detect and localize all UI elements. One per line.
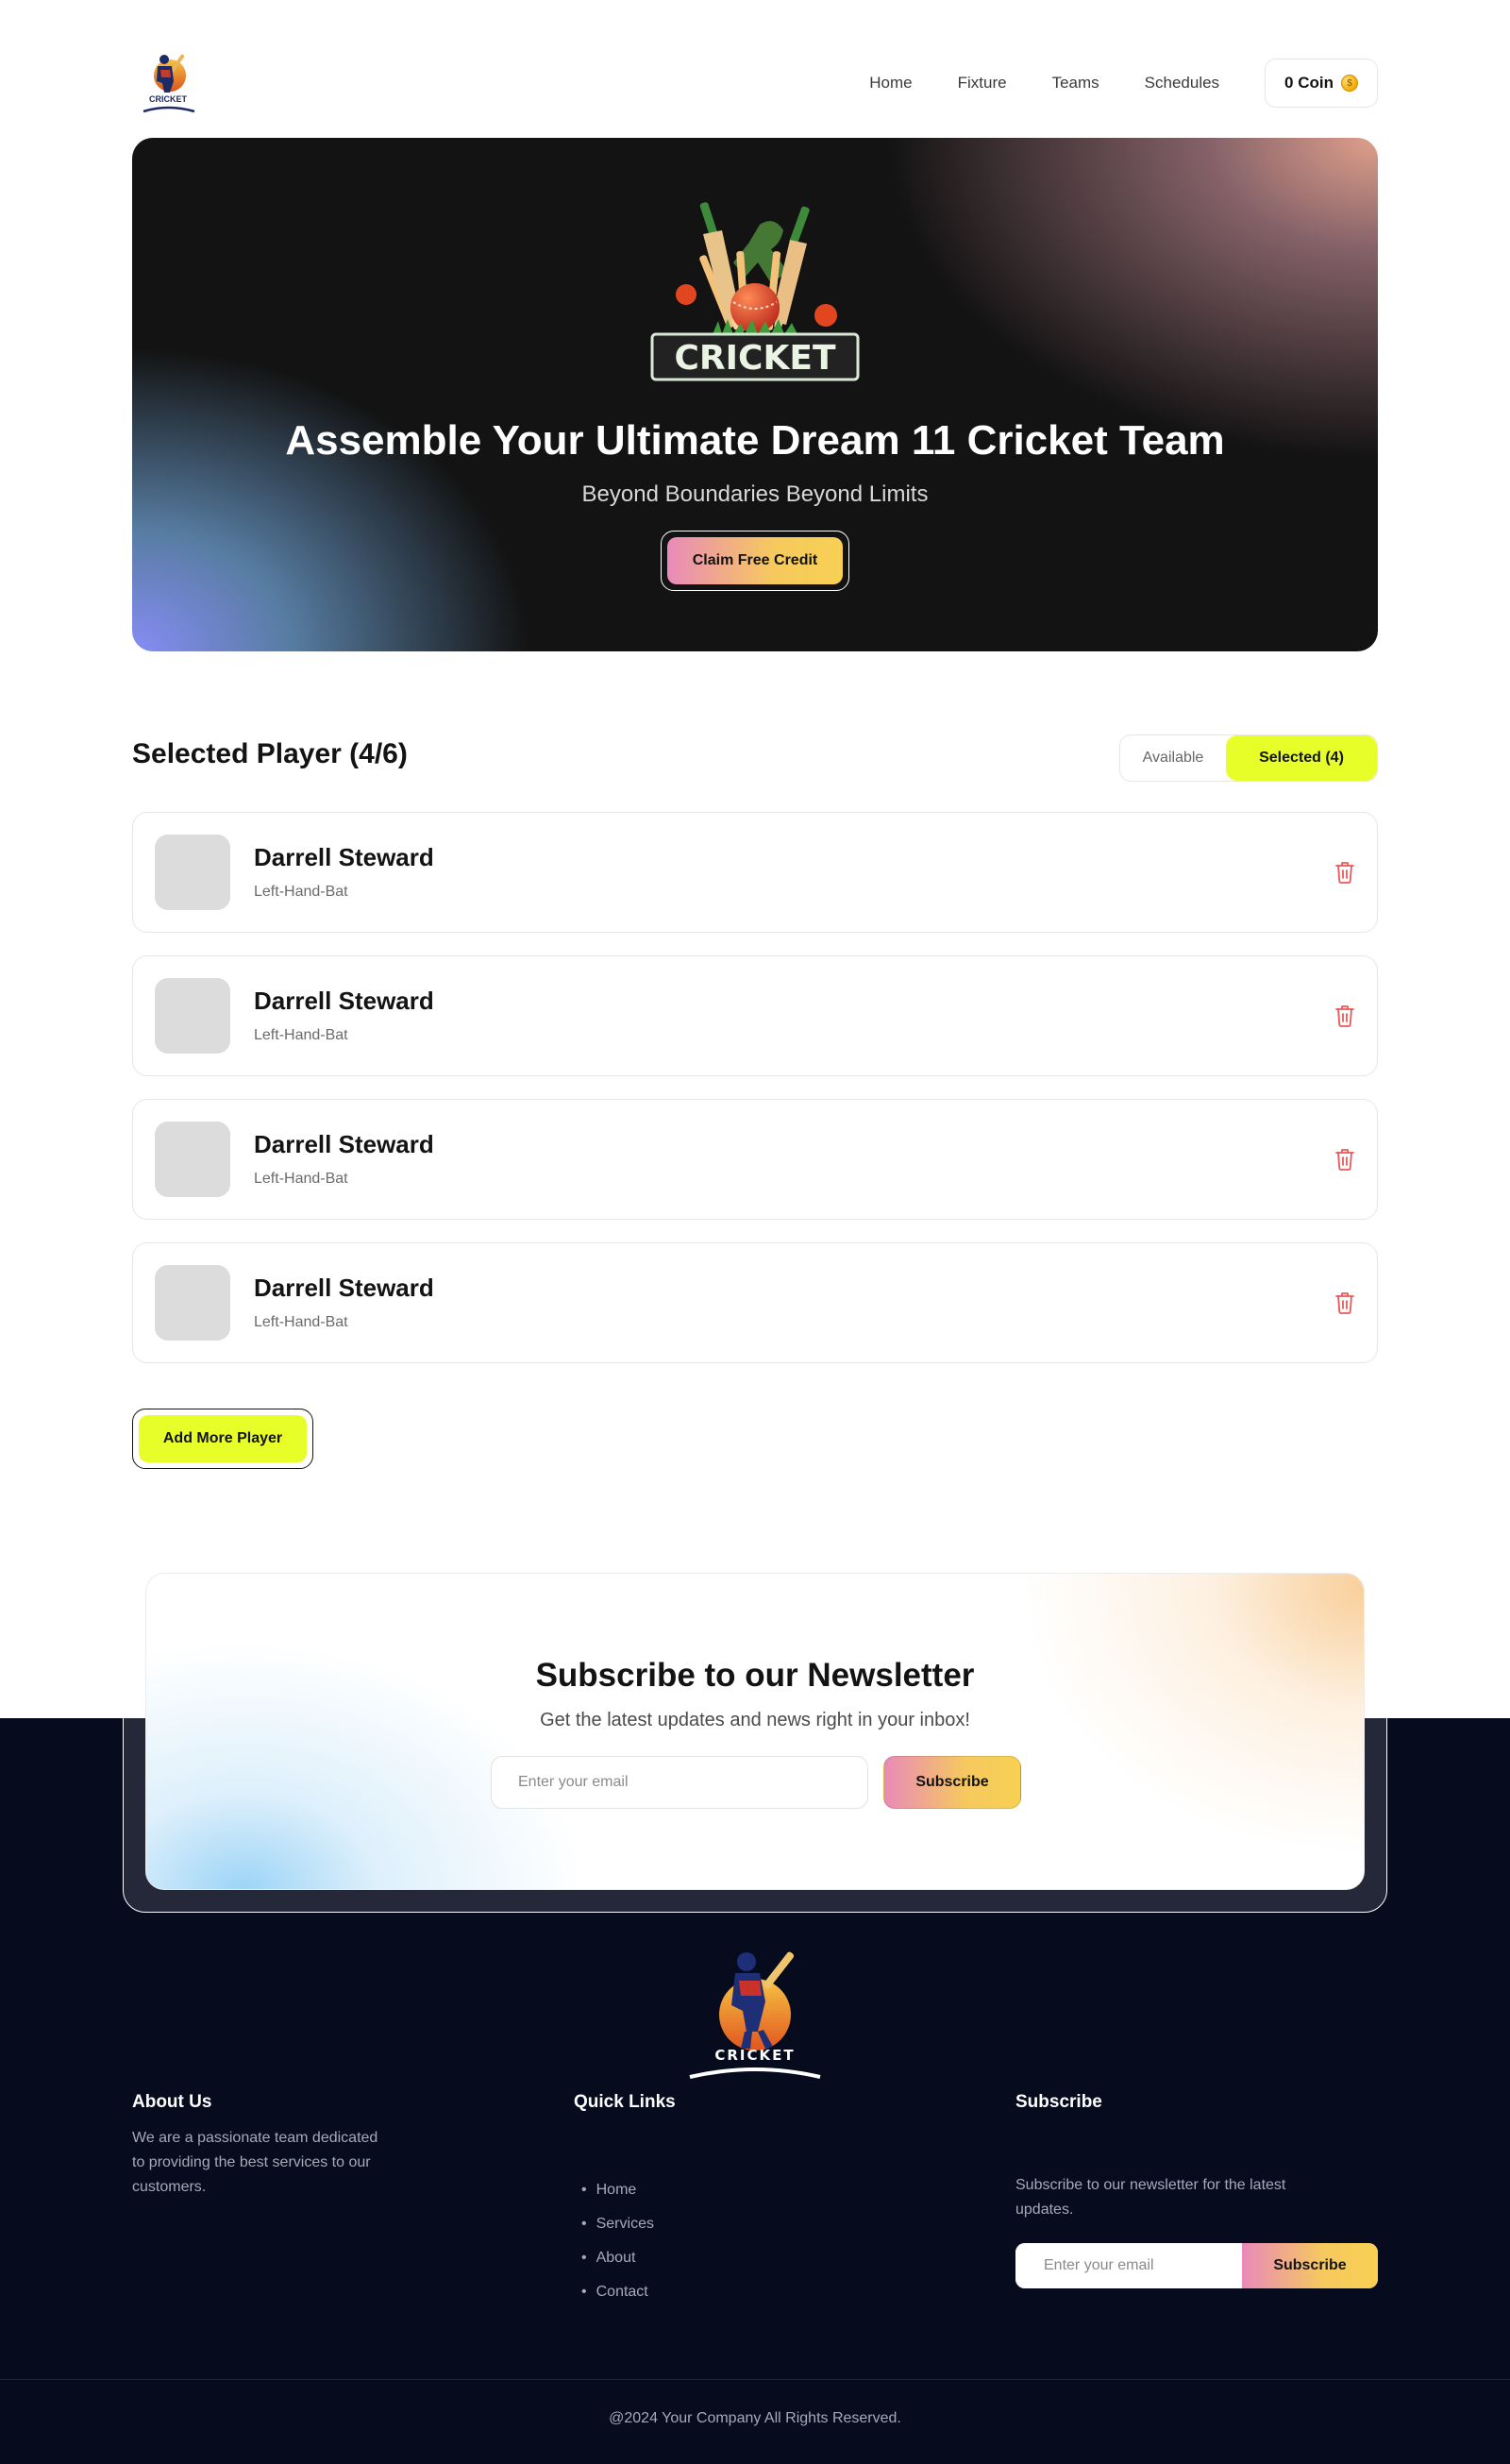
logo-wordmark: CRICKET [149, 94, 188, 104]
footer-subscribe-button[interactable]: Subscribe [1242, 2243, 1378, 2288]
delete-player-icon[interactable] [1334, 1147, 1356, 1172]
footer-subscribe-form: Subscribe [1015, 2243, 1378, 2288]
nav-link-schedules[interactable]: Schedules [1145, 74, 1219, 93]
player-card: Darrell Steward Left-Hand-Bat [132, 1099, 1378, 1220]
delete-player-icon[interactable] [1334, 1004, 1356, 1028]
player-avatar [155, 835, 230, 910]
player-role: Left-Hand-Bat [254, 1171, 348, 1187]
hero-logo-wordmark: CRICKET [675, 339, 836, 378]
player-view-toggle: Available Selected (4) [1119, 734, 1378, 782]
player-name: Darrell Steward [254, 1274, 434, 1302]
main-nav: Home Fixture Teams Schedules 0 Coin $ [869, 59, 1378, 108]
hero-banner: CRICKET Assemble Your Ultimate Dream 11 … [132, 138, 1378, 651]
footer-link-services[interactable]: Services [581, 2207, 654, 2241]
footer-logo-wordmark: CRICKET [714, 2047, 795, 2064]
claim-free-credit-button[interactable]: Claim Free Credit [667, 537, 843, 584]
player-role: Left-Hand-Bat [254, 884, 348, 900]
newsletter-subscribe-button[interactable]: Subscribe [883, 1756, 1021, 1809]
about-us-title: About Us [132, 2092, 212, 2112]
selected-players-title: Selected Player (4/6) [132, 738, 408, 769]
navbar: CRICKET Home Fixture Teams Schedules 0 C… [132, 45, 1378, 121]
newsletter-card: Subscribe to our Newsletter Get the late… [145, 1573, 1365, 1890]
claim-credit-button-frame: Claim Free Credit [661, 531, 849, 591]
newsletter-subtitle: Get the latest updates and news right in… [540, 1710, 970, 1730]
hero-subtitle: Beyond Boundaries Beyond Limits [581, 481, 929, 507]
tab-selected[interactable]: Selected (4) [1226, 735, 1377, 781]
hero-title: Assemble Your Ultimate Dream 11 Cricket … [285, 417, 1225, 464]
player-card: Darrell Steward Left-Hand-Bat [132, 955, 1378, 1076]
footer-link-contact[interactable]: Contact [581, 2275, 654, 2309]
coin-icon: $ [1341, 75, 1358, 92]
player-card: Darrell Steward Left-Hand-Bat [132, 812, 1378, 933]
delete-player-icon[interactable] [1334, 1291, 1356, 1315]
add-player-button-frame: Add More Player [132, 1409, 313, 1469]
newsletter-email-input[interactable] [491, 1756, 868, 1809]
nav-link-fixture[interactable]: Fixture [958, 74, 1007, 93]
player-card: Darrell Steward Left-Hand-Bat [132, 1242, 1378, 1363]
newsletter-title: Subscribe to our Newsletter [535, 1657, 975, 1694]
tab-available[interactable]: Available [1120, 735, 1226, 781]
footer-link-about[interactable]: About [581, 2241, 654, 2275]
footer-link-home[interactable]: Home [581, 2173, 654, 2207]
coin-balance-label: 0 Coin [1284, 74, 1334, 92]
nav-link-teams[interactable]: Teams [1052, 74, 1099, 93]
quick-links-title: Quick Links [574, 2092, 676, 2112]
quick-links-list: Home Services About Contact [581, 2173, 654, 2309]
coin-balance-button[interactable]: 0 Coin $ [1265, 59, 1378, 108]
footer-email-input[interactable] [1015, 2243, 1242, 2288]
player-role: Left-Hand-Bat [254, 1027, 348, 1043]
footer-divider [0, 2379, 1510, 2380]
cricket-logo-icon[interactable]: CRICKET [132, 47, 204, 119]
about-us-text: We are a passionate team dedicated to pr… [132, 2130, 378, 2195]
player-name: Darrell Steward [254, 843, 434, 871]
nav-link-home[interactable]: Home [869, 74, 912, 93]
copyright-text: @2024 Your Company All Rights Reserved. [609, 2410, 901, 2426]
player-name: Darrell Steward [254, 987, 434, 1015]
footer-subscribe-title: Subscribe [1015, 2092, 1102, 2112]
player-avatar [155, 1265, 230, 1341]
cricket-hero-emblem-icon: CRICKET [646, 196, 864, 385]
player-role: Left-Hand-Bat [254, 1314, 348, 1330]
add-more-player-button[interactable]: Add More Player [139, 1415, 307, 1462]
delete-player-icon[interactable] [1334, 860, 1356, 885]
footer-subscribe-text: Subscribe to our newsletter for the late… [1015, 2177, 1286, 2218]
player-name: Darrell Steward [254, 1130, 434, 1158]
player-avatar [155, 1122, 230, 1197]
footer-cricket-logo-icon: CRICKET [684, 1945, 826, 2086]
player-avatar [155, 978, 230, 1054]
